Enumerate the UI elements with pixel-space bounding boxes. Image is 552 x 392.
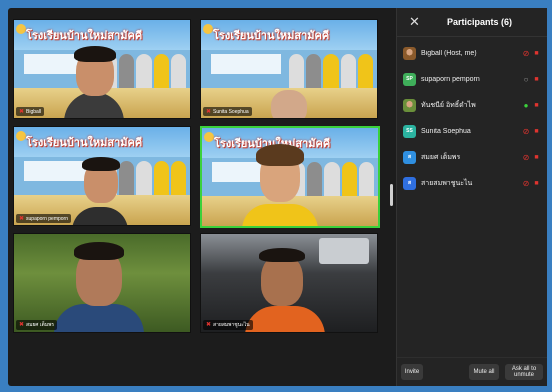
school-logo-icon — [16, 131, 26, 141]
participant-avatar — [403, 46, 416, 60]
camera-off-icon[interactable]: ■ — [532, 128, 541, 135]
ask-all-unmute-button[interactable]: Ask all to unmute — [505, 364, 543, 380]
participants-panel: ✕ Participants (6) Bigball (Host, me) ⊘ ■ S… — [396, 8, 547, 386]
participant-name: Bigball (Host, me) — [421, 49, 477, 57]
tile-name-label: ✖ Sunita Soephua — [203, 107, 252, 116]
panel-footer: Invite Mute all Ask all to unmute — [397, 357, 547, 386]
video-tile-1[interactable]: โรงเรียนบ้านใหม่สามัคคี ✖ Bigball — [13, 19, 191, 119]
participant-row[interactable]: ส สมยศ เต็มพร ⊘ ■ — [397, 144, 547, 170]
mic-muted-icon[interactable]: ⊘ — [522, 153, 530, 162]
participant-body — [242, 204, 318, 226]
mic-muted-icon: ✖ — [19, 216, 25, 222]
camera-off-icon[interactable]: ■ — [532, 50, 541, 57]
video-tile-5[interactable]: ✖ สมยศ เต็มพร — [13, 233, 191, 333]
mic-muted-icon[interactable]: ⊘ — [522, 49, 530, 58]
participant-avatar: ส — [403, 150, 416, 164]
video-gallery: โรงเรียนบ้านใหม่สามัคคี ✖ Bigball โรงเรีย… — [13, 19, 380, 337]
participant-name: สายสมพาชูนะไน — [421, 179, 473, 187]
participant-row[interactable]: SS Sunita Soephua ⊘ ■ — [397, 118, 547, 144]
tile-name-label: ✖ สมยศ เต็มพร — [16, 320, 58, 330]
tile-name-label: ✖ สายสมพาชูนะไน — [203, 320, 253, 330]
tile-name-label: ✖ supaporn pemporn — [16, 214, 72, 223]
mic-muted-icon: ✖ — [19, 322, 25, 328]
participant-avatar: ส — [403, 176, 416, 190]
close-icon[interactable]: ✕ — [409, 14, 420, 30]
participant-avatar: SS — [403, 124, 416, 138]
participant-name: สมยศ เต็มพร — [421, 153, 461, 161]
camera-off-icon[interactable]: ■ — [532, 76, 541, 83]
mic-muted-icon: ✖ — [206, 322, 212, 328]
school-logo-icon — [16, 24, 26, 34]
participant-avatar — [403, 98, 416, 112]
participant-name: supaporn pemporn — [421, 75, 480, 83]
camera-off-icon[interactable]: ■ — [532, 180, 541, 187]
participant-name: ทันชนีย์ อิทธิ์ดำไพ — [421, 101, 476, 109]
participant-avatar: SP — [403, 72, 416, 86]
camera-off-icon[interactable]: ■ — [532, 102, 541, 109]
car-window — [319, 238, 369, 264]
participant-list: Bigball (Host, me) ⊘ ■ SP supaporn pemporn ○ ■… — [397, 40, 547, 196]
mic-muted-icon[interactable]: ⊘ — [522, 127, 530, 136]
panel-resize-handle[interactable] — [390, 184, 393, 206]
participant-body — [245, 306, 325, 332]
mic-muted-icon: ✖ — [206, 109, 212, 115]
participant-row[interactable]: ทันชนีย์ อิทธิ์ดำไพ ● ■ — [397, 92, 547, 118]
video-tile-6[interactable]: ✖ สายสมพาชูนะไน — [200, 233, 378, 333]
participant-face — [271, 90, 307, 118]
camera-off-icon[interactable]: ■ — [532, 154, 541, 161]
invite-button[interactable]: Invite — [401, 364, 423, 380]
school-logo-icon — [204, 132, 214, 142]
participant-body — [54, 304, 144, 332]
info-card — [211, 54, 281, 74]
mic-icon[interactable]: ● — [522, 101, 530, 110]
video-tile-2[interactable]: โรงเรียนบ้านใหม่สามัคคี ✖ Sunita Soephua — [200, 19, 378, 119]
video-tile-3[interactable]: โรงเรียนบ้านใหม่สามัคคี ✖ supaporn pempor… — [13, 126, 191, 226]
school-logo-icon — [203, 24, 213, 34]
mic-icon[interactable]: ○ — [522, 75, 530, 84]
participant-row[interactable]: Bigball (Host, me) ⊘ ■ — [397, 40, 547, 66]
video-tile-4-active-speaker[interactable]: โรงเรียนบ้านใหม่สามัคคี — [200, 126, 380, 228]
panel-title: Participants (6) — [447, 17, 513, 27]
participant-row[interactable]: ส สายสมพาชูนะไน ⊘ ■ — [397, 170, 547, 196]
mute-all-button[interactable]: Mute all — [469, 364, 499, 380]
mic-muted-icon: ✖ — [19, 109, 25, 115]
participant-row[interactable]: SP supaporn pemporn ○ ■ — [397, 66, 547, 92]
panel-header: ✕ Participants (6) — [397, 8, 547, 37]
participant-name: Sunita Soephua — [421, 127, 471, 135]
mic-muted-icon[interactable]: ⊘ — [522, 179, 530, 188]
tile-name-label: ✖ Bigball — [16, 107, 45, 116]
